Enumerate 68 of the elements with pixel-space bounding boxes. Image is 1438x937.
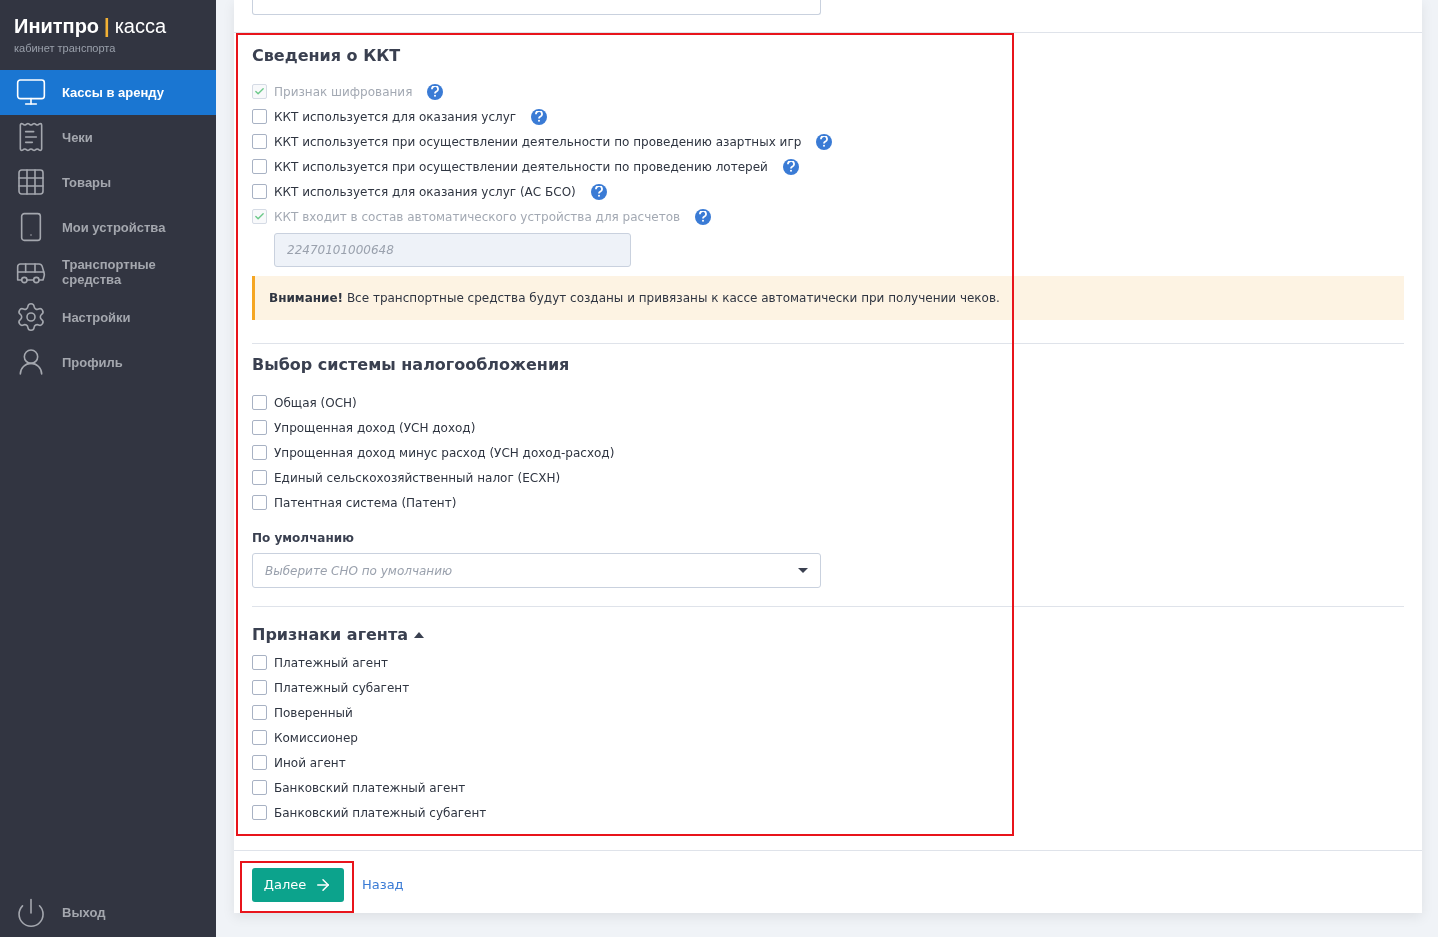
option-label: Платежный субагент	[274, 679, 410, 697]
checkbox[interactable]	[252, 730, 267, 745]
checkbox[interactable]	[252, 495, 267, 510]
logout-item[interactable]: Выход	[0, 890, 216, 935]
section-title: Признаки агента	[252, 624, 408, 646]
checkbox[interactable]	[252, 184, 267, 199]
help-icon[interactable]	[816, 133, 833, 150]
option-label: ККТ используется для оказания услуг	[274, 108, 517, 126]
dropdown-caret-icon	[798, 568, 808, 573]
power-icon	[15, 896, 47, 929]
option-label: ККТ используется при осуществлении деятельности по проведению азартных игр	[274, 133, 802, 151]
brand-product: касса	[114, 14, 167, 38]
back-link[interactable]: Назад	[362, 875, 404, 895]
checkbox[interactable]	[252, 420, 267, 435]
option-label: Упрощенная доход (УСН доход)	[274, 419, 476, 437]
check-icon	[254, 86, 265, 97]
checkbox[interactable]	[252, 680, 267, 695]
check-icon	[254, 211, 265, 222]
help-icon[interactable]	[427, 83, 444, 100]
checkbox[interactable]	[252, 159, 267, 174]
help-icon[interactable]	[782, 158, 799, 175]
option-label: Общая (ОСН)	[274, 394, 357, 412]
checkbox[interactable]	[252, 755, 267, 770]
checkbox[interactable]	[252, 805, 267, 820]
checkbox[interactable]	[252, 780, 267, 795]
help-icon[interactable]	[695, 208, 712, 225]
checkbox[interactable]	[252, 395, 267, 410]
option-label: Поверенный	[274, 704, 353, 722]
sidebar-item[interactable]: Настройки	[0, 294, 216, 340]
checkbox[interactable]	[252, 470, 267, 485]
option-label: Единый сельскохозяйственный налог (ЕСХН)	[274, 469, 561, 487]
checkbox[interactable]	[252, 705, 267, 720]
section-title: Выбор системы налогообложения	[252, 354, 571, 376]
option-label: ККТ используется для оказания услуг (АС БСО)	[274, 183, 576, 201]
checkbox[interactable]	[252, 655, 267, 670]
sidebar-item[interactable]: Кассы в аренду	[0, 69, 216, 115]
checkbox[interactable]	[252, 134, 267, 149]
sidebar-item[interactable]: Транспортные средства	[0, 249, 216, 295]
monitor-icon	[15, 76, 47, 108]
option-label: ККТ входит в состав автоматического устройства для расчетов	[274, 208, 681, 226]
option-label: Платежный агент	[274, 654, 389, 672]
checkbox[interactable]	[252, 109, 267, 124]
brand-name: Инитпро	[14, 14, 100, 38]
sidebar-item[interactable]: Профиль	[0, 339, 216, 385]
option-label: Признак шифрования	[274, 83, 413, 101]
brand-subtitle: кабинет транспорта	[14, 41, 117, 56]
warning-alert: Внимание! Все транспортные средства будут созданы и привязаны к кассе автоматически при получении чеков.	[252, 276, 1404, 320]
sidebar-item[interactable]: Мои устройства	[0, 204, 216, 250]
checkbox[interactable]	[252, 445, 267, 460]
option-label: Комиссионер	[274, 729, 358, 747]
option-label: Патентная система (Патент)	[274, 494, 457, 512]
option-label: Иной агент	[274, 754, 346, 772]
help-icon[interactable]	[531, 108, 548, 125]
next-button[interactable]: Далее	[252, 868, 344, 902]
grid-icon	[15, 166, 47, 198]
option-label: ККТ используется при осуществлении деятельности по проведению лотерей	[274, 158, 768, 176]
sidebar-item[interactable]: Товары	[0, 159, 216, 205]
sidebar-item[interactable]: Чеки	[0, 114, 216, 160]
field-label: По умолчанию	[252, 530, 355, 547]
brand-separator: |	[104, 14, 110, 38]
help-icon[interactable]	[590, 183, 607, 200]
default-tax-select[interactable]: Выберите СНО по умолчанию	[252, 553, 821, 588]
settings-icon	[15, 301, 47, 333]
option-label: Банковский платежный субагент	[274, 804, 487, 822]
option-label: Упрощенная доход минус расход (УСН доход-расход)	[274, 444, 615, 462]
collapse-caret-icon[interactable]	[414, 632, 424, 638]
section-title: Сведения о ККТ	[252, 45, 402, 67]
option-label: Банковский платежный агент	[274, 779, 466, 797]
